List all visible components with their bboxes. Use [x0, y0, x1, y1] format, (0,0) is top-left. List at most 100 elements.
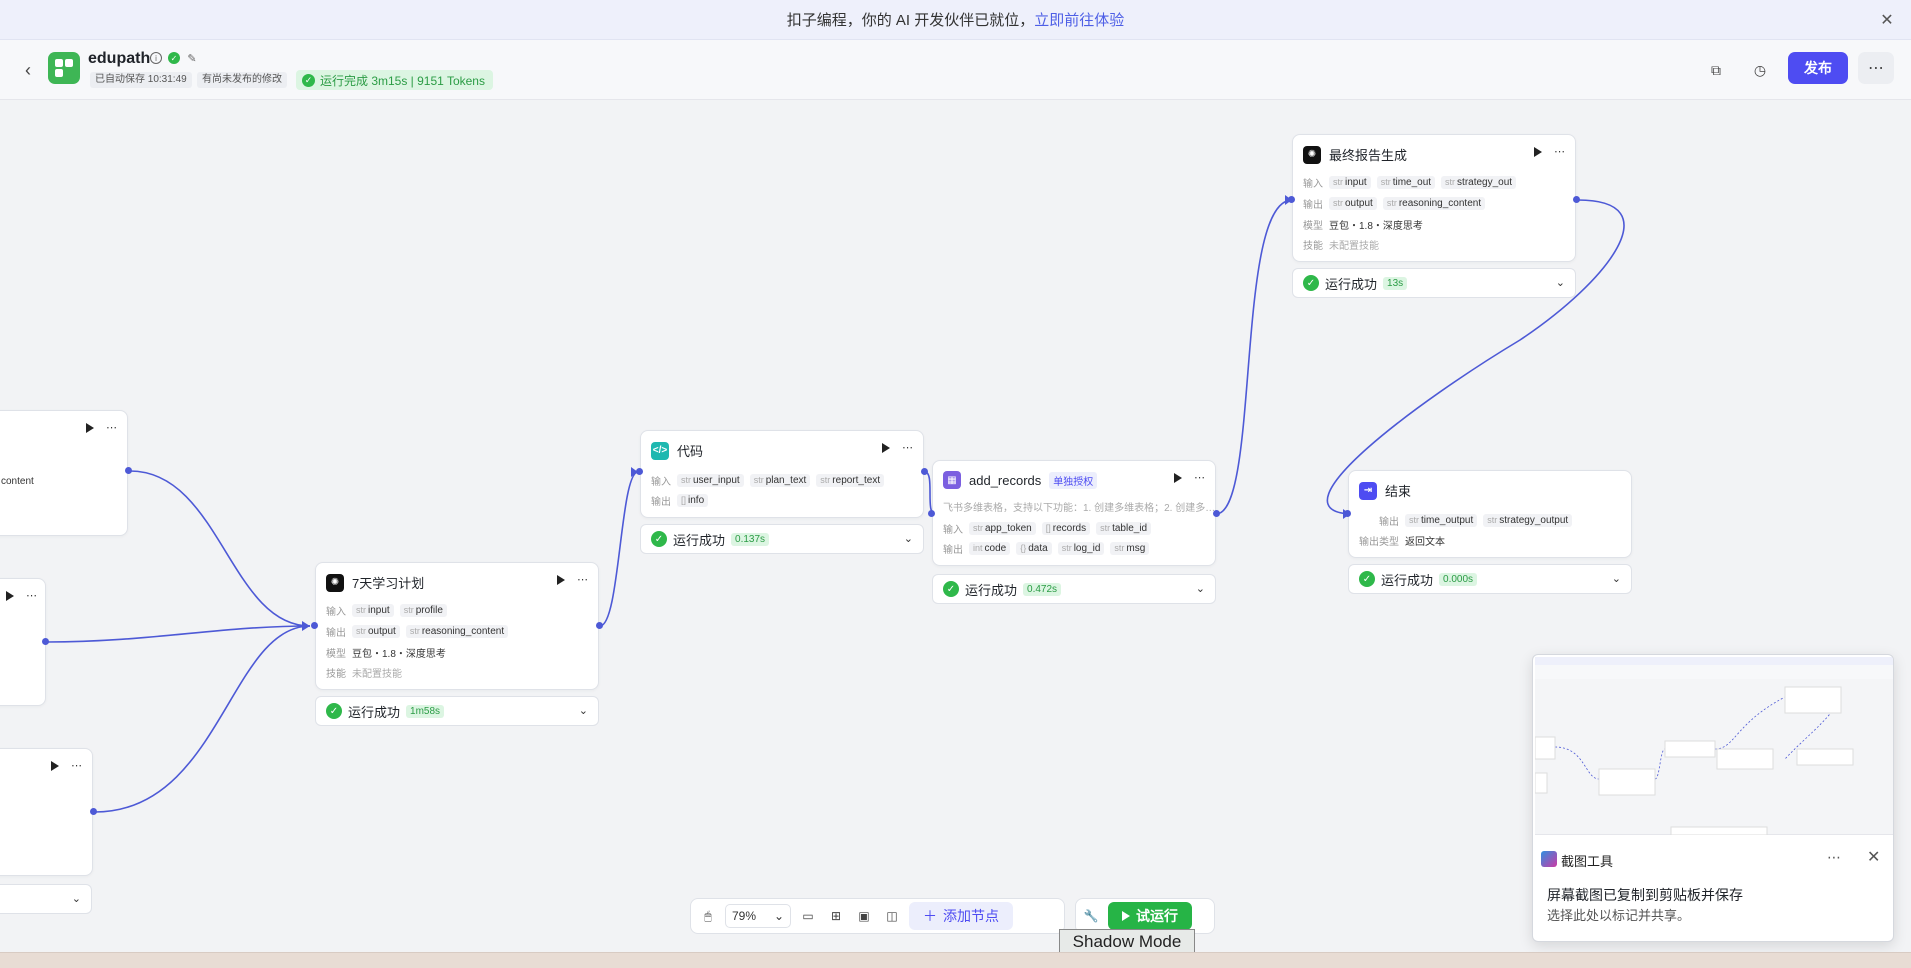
- port-left-mid-out[interactable]: [42, 638, 49, 645]
- minimap-icon[interactable]: ◫: [881, 905, 903, 927]
- more-icon[interactable]: ⋯: [1858, 52, 1894, 84]
- try-run-button[interactable]: 试运行: [1108, 902, 1192, 930]
- param-chip: str strategy_output: [1483, 514, 1573, 527]
- node-more-icon[interactable]: ⋯: [1554, 145, 1565, 158]
- chevron-down-icon[interactable]: ⌄: [72, 892, 81, 905]
- records-status[interactable]: ✓ 运行成功 0.472s ⌄: [932, 574, 1216, 604]
- run-status-text: 运行完成 3m15s | 9151 Tokens: [320, 73, 485, 88]
- node-more-icon[interactable]: ⋯: [106, 421, 117, 434]
- run-time: 13s: [1383, 276, 1408, 290]
- skill-label: 技能: [1303, 241, 1323, 252]
- mouse-mode-icon[interactable]: 🖱: [697, 905, 719, 927]
- snip-title: 截图工具: [1561, 854, 1614, 869]
- report-status[interactable]: ✓ 运行成功 13s ⌄: [1292, 268, 1576, 298]
- run-time: 0.137s: [731, 532, 770, 546]
- param-chip: str time_output: [1405, 514, 1478, 527]
- back-icon[interactable]: ‹: [18, 58, 38, 82]
- end-status[interactable]: ✓ 运行成功 0.000s ⌄: [1348, 564, 1632, 594]
- copy-icon[interactable]: ⧉: [1702, 56, 1730, 84]
- port-left-top-out[interactable]: [125, 467, 132, 474]
- param-chip: str input: [352, 604, 394, 617]
- chevron-down-icon[interactable]: ⌄: [904, 532, 913, 545]
- run-node-icon[interactable]: [51, 760, 59, 771]
- node-code[interactable]: </> 代码 ⋯ 输入 str user_input str plan_text s…: [640, 430, 924, 518]
- status-text: 运行成功: [673, 532, 726, 548]
- chevron-down-icon[interactable]: ⌄: [1556, 276, 1565, 289]
- edit-icon[interactable]: ✎: [186, 52, 198, 65]
- node-more-icon[interactable]: ⋯: [26, 589, 37, 602]
- auth-badge[interactable]: 单独授权: [1049, 471, 1098, 489]
- node-end[interactable]: ⇥ 结束 输出 str time_output str strategy_outpu…: [1348, 470, 1632, 558]
- run-status-tag[interactable]: ✓ 运行完成 3m15s | 9151 Tokens: [296, 70, 493, 90]
- zoom-select[interactable]: 79% ⌄: [725, 904, 791, 928]
- skill-label: 技能: [326, 669, 346, 680]
- node-report[interactable]: ✺ 最终报告生成 ⋯ 输入 str input str time_out str st…: [1292, 134, 1576, 262]
- node-more-icon[interactable]: ⋯: [577, 573, 588, 586]
- banner-close-icon[interactable]: ✕: [1877, 10, 1897, 30]
- left-bottom-status[interactable]: ⌄: [0, 884, 92, 914]
- code-status[interactable]: ✓ 运行成功 0.137s ⌄: [640, 524, 924, 554]
- param-chip: str profile: [399, 604, 447, 617]
- chevron-down-icon: ⌄: [773, 909, 784, 923]
- layout-icon[interactable]: ⊞: [825, 905, 847, 927]
- param-chip: str output: [352, 625, 400, 638]
- input-label: 输入: [1303, 179, 1323, 190]
- close-icon[interactable]: ✕: [1867, 847, 1880, 867]
- image-icon[interactable]: ▣: [853, 905, 875, 927]
- port-records-out[interactable]: [1213, 510, 1220, 517]
- plan-status[interactable]: ✓ 运行成功 1m58s ⌄: [315, 696, 599, 726]
- run-node-icon[interactable]: [1174, 472, 1182, 483]
- node-left-mid[interactable]: ⋯: [0, 578, 46, 706]
- port-code-in[interactable]: [636, 468, 643, 475]
- param-chip: [] records: [1041, 522, 1091, 535]
- run-node-icon[interactable]: [1534, 146, 1542, 157]
- param-chip: str time_out: [1376, 176, 1436, 189]
- history-icon[interactable]: ◷: [1746, 56, 1774, 84]
- node-left-bottom[interactable]: ⋯: [0, 748, 93, 876]
- port-report-out[interactable]: [1573, 196, 1580, 203]
- run-node-icon[interactable]: [557, 574, 565, 585]
- port-end-in[interactable]: [1344, 510, 1351, 517]
- input-label: 输入: [943, 525, 963, 536]
- wire-left-bottom-to-plan: [94, 625, 311, 813]
- play-icon: [1122, 911, 1130, 921]
- status-text: 运行成功: [1381, 572, 1434, 588]
- run-node-icon[interactable]: [6, 590, 14, 601]
- input-label: 输入: [651, 477, 671, 488]
- output-label: 输出: [651, 497, 671, 508]
- more-icon[interactable]: ⋯: [1827, 849, 1841, 866]
- wrench-icon[interactable]: 🔧: [1080, 905, 1102, 927]
- wire-left-mid-to-plan: [46, 625, 311, 643]
- port-plan-out[interactable]: [596, 622, 603, 629]
- add-node-button[interactable]: ＋ 添加节点: [909, 902, 1013, 930]
- publish-button[interactable]: 发布: [1788, 52, 1848, 84]
- port-records-in[interactable]: [928, 510, 935, 517]
- unpublished-tag: 有尚未发布的修改: [197, 72, 287, 88]
- snipping-tool-notification[interactable]: 截图工具 ⋯ ✕ 屏幕截图已复制到剪贴板并保存 选择此处以标记并共享。: [1532, 654, 1894, 942]
- port-code-out[interactable]: [921, 468, 928, 475]
- zoom-value: 79%: [732, 909, 757, 923]
- chevron-down-icon[interactable]: ⌄: [1196, 582, 1205, 595]
- node-more-icon[interactable]: ⋯: [902, 441, 913, 454]
- run-node-icon[interactable]: [86, 422, 94, 433]
- node-end-title: 结束: [1385, 484, 1412, 499]
- chevron-down-icon[interactable]: ⌄: [1612, 572, 1621, 585]
- run-node-icon[interactable]: [882, 442, 890, 453]
- canvas-toolbar: 🖱 79% ⌄ ▭ ⊞ ▣ ◫ ＋ 添加节点: [690, 898, 1065, 934]
- port-left-bottom-out[interactable]: [90, 808, 97, 815]
- comment-icon[interactable]: ▭: [797, 905, 819, 927]
- node-records[interactable]: ▦ add_records 单独授权 ⋯ 飞书多维表格，支持以下功能：1. 创建…: [932, 460, 1216, 566]
- chevron-down-icon[interactable]: ⌄: [579, 704, 588, 717]
- node-more-icon[interactable]: ⋯: [71, 759, 82, 772]
- banner-link[interactable]: 立即前往体验: [1034, 9, 1124, 30]
- success-icon: ✓: [651, 531, 667, 547]
- node-left-top[interactable]: ⋯ content: [0, 410, 128, 536]
- info-icon[interactable]: i: [150, 52, 162, 64]
- port-plan-in[interactable]: [311, 622, 318, 629]
- port-report-in[interactable]: [1288, 196, 1295, 203]
- screenshot-thumbnail[interactable]: [1534, 657, 1893, 836]
- node-plan[interactable]: ✺ 7天学习计划 ⋯ 输入 str input str profile 输出 str…: [315, 562, 599, 690]
- add-node-label: 添加节点: [943, 908, 999, 924]
- node-more-icon[interactable]: ⋯: [1194, 471, 1205, 484]
- plus-icon: ＋: [923, 908, 937, 924]
